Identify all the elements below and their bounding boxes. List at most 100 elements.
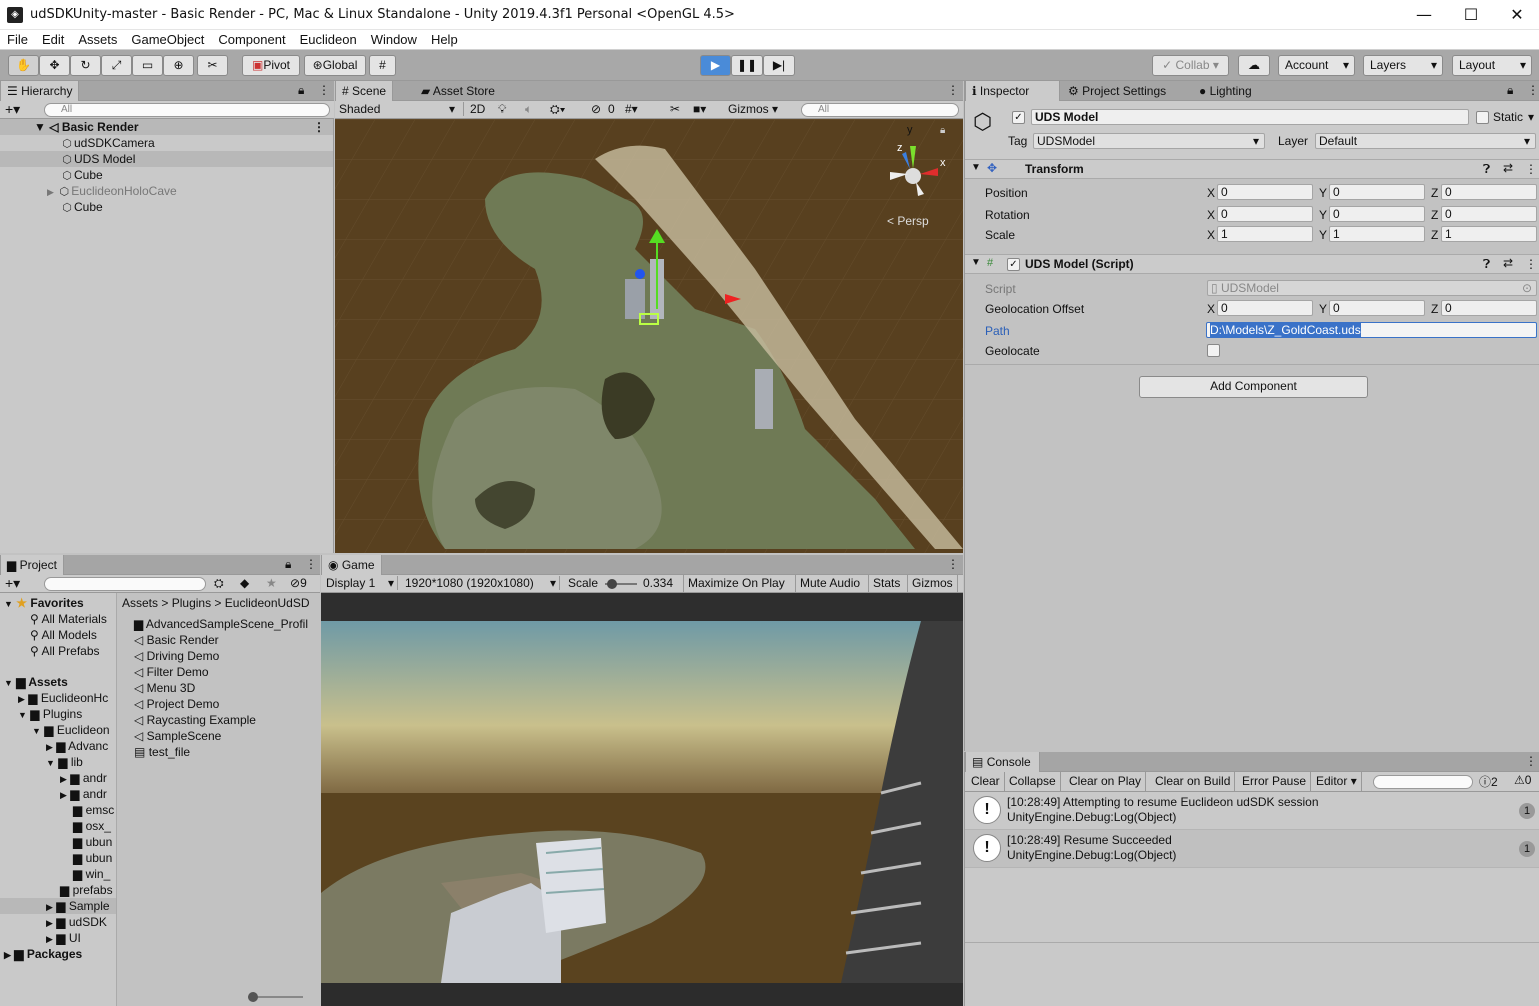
folder-item[interactable]: ▆ ubun [73,850,112,866]
kebab-menu-icon[interactable]: ⋮ [1527,83,1539,97]
script-component-header[interactable]: ▼ # ✓ UDS Model (Script) ❓︎ ⇄ ⋮ [965,254,1539,274]
file-item[interactable]: ◁ Basic Render [134,632,219,648]
kebab-menu-icon[interactable]: ⋮ [313,119,325,135]
scene-gizmo[interactable]: y x z [880,124,950,204]
file-item[interactable]: ◁ Raycasting Example [134,712,256,728]
clear-button[interactable]: Clear [967,772,1005,791]
persp-label[interactable]: < Persp [887,214,929,228]
file-item[interactable]: ◁ Filter Demo [134,664,209,680]
star-icon[interactable]: ★ [266,576,277,590]
folder-item[interactable]: ▶ ▆ andr [60,770,107,786]
target-icon[interactable]: ⊙ [1522,281,1532,295]
hierarchy-item[interactable]: ⬡ Cube [60,167,103,183]
maximize-on-play-toggle[interactable]: Maximize On Play [683,575,789,593]
breadcrumb-item[interactable]: EuclideonUdSD [225,596,310,610]
menu-file[interactable]: File [0,30,35,49]
pause-button[interactable]: ❚❚ [731,55,763,76]
scale-z-field[interactable]: 1 [1441,226,1537,242]
tab-asset-store[interactable]: ▰ Asset Store [415,81,501,101]
hierarchy-search-input[interactable]: All [44,103,330,117]
hierarchy-item-selected[interactable]: ⬡ UDS Model [0,151,333,167]
tab-hierarchy[interactable]: ☰ Hierarchy [0,81,80,101]
favorite-item[interactable]: ⚲ All Prefabs [30,643,100,659]
tab-scene[interactable]: # Scene [335,81,394,101]
clear-on-play-button[interactable]: Clear on Play [1065,772,1147,791]
active-checkbox[interactable]: ✓ [1012,111,1025,124]
kebab-menu-icon[interactable]: ⋮ [1525,162,1537,176]
kebab-menu-icon[interactable]: ⋮ [1525,754,1537,768]
rotation-y-field[interactable]: 0 [1329,206,1425,222]
file-item[interactable]: ◁ Project Demo [134,696,219,712]
tab-game[interactable]: ◉ Game [321,555,382,575]
geolocate-checkbox[interactable] [1207,344,1220,357]
gizmos-dropdown[interactable]: Gizmos ▾ [728,102,778,116]
editor-dropdown[interactable]: Editor ▾ [1312,772,1362,791]
file-item[interactable]: ▤ test_file [134,744,190,760]
zoom-slider-handle[interactable] [248,992,258,1002]
minimize-button[interactable]: — [1401,0,1447,30]
folder-item[interactable]: ▶ ▆ EuclideonHc [18,690,108,706]
transform-header[interactable]: ▼ ✥ Transform ❓︎ ⇄ ⋮ [965,159,1539,179]
project-search-input[interactable] [44,577,206,591]
hand-tool-icon[interactable]: ✋ [8,55,39,76]
tab-console[interactable]: ▤ Console [965,752,1040,772]
resolution-dropdown[interactable]: 1920*1080 (1920x1080) ▾ [405,576,560,590]
pivot-button[interactable]: ▣Pivot [242,55,300,76]
2d-toggle[interactable]: 2D [463,102,491,116]
transform-tool-icon[interactable]: ⊕ [163,55,194,76]
scale-slider-handle[interactable] [607,579,617,589]
game-viewport[interactable] [321,593,963,1006]
add-icon[interactable]: +▾ [5,101,20,118]
help-icon[interactable]: ❓︎ [1483,162,1490,177]
breadcrumb-item[interactable]: Plugins [172,596,211,610]
rotate-tool-icon[interactable]: ↻ [70,55,101,76]
play-button[interactable]: ▶ [700,55,731,76]
breadcrumb-item[interactable]: Assets [122,596,158,610]
effects-icon[interactable]: ⛭▾ [550,102,565,117]
geo-z-field[interactable]: 0 [1441,300,1537,316]
scene-search-input[interactable]: All [801,103,959,117]
folder-item[interactable]: ▶ ▆ udSDK [46,914,107,930]
position-z-field[interactable]: 0 [1441,184,1537,200]
path-field[interactable]: D:\Models\Z_GoldCoast.uds [1206,322,1537,338]
clear-on-build-button[interactable]: Clear on Build [1151,772,1236,791]
folder-item[interactable]: ▆ osx_ [73,818,111,834]
kebab-menu-icon[interactable]: ⋮ [305,557,317,571]
folder-item[interactable]: ▆ emsc [73,802,114,818]
folder-item[interactable]: ▼ ▆ Euclideon [32,722,110,738]
rect-tool-icon[interactable]: ▭ [132,55,163,76]
tab-inspector[interactable]: ℹ Inspector [965,81,1060,101]
maximize-button[interactable]: ☐ [1448,0,1494,30]
grid-snap-icon[interactable]: # [369,55,396,76]
folder-item-selected[interactable]: ▶ ▆ Sample [0,898,116,914]
game-gizmos-toggle[interactable]: Gizmos [907,575,958,593]
kebab-menu-icon[interactable]: ⋮ [1525,257,1537,271]
menu-euclideon[interactable]: Euclideon [293,30,364,49]
error-pause-button[interactable]: Error Pause [1238,772,1312,791]
lock-icon[interactable]: 🔒︎ [940,125,945,136]
tab-lighting[interactable]: ● Lighting [1193,81,1258,101]
menu-component[interactable]: Component [211,30,292,49]
help-icon[interactable]: ❓︎ [1483,257,1490,272]
menu-help[interactable]: Help [424,30,465,49]
favorite-item[interactable]: ⚲ All Models [30,627,97,643]
layer-dropdown[interactable]: Default ▾ [1315,133,1536,149]
audio-icon[interactable]: 🔈︎ [525,102,532,117]
packages-row[interactable]: ▶ ▆ Packages [4,946,82,962]
static-checkbox[interactable] [1476,111,1489,124]
folder-item[interactable]: ▶ ▆ andr [60,786,107,802]
hidden-packages-icon[interactable]: ⊘9 [290,576,307,590]
layout-dropdown[interactable]: Layout ▾ [1452,55,1532,76]
folder-item[interactable]: ▶ ▆ Advanc [46,738,108,754]
geo-x-field[interactable]: 0 [1217,300,1313,316]
global-button[interactable]: ⊛Global [304,55,366,76]
mute-audio-toggle[interactable]: Mute Audio [795,575,864,593]
menu-assets[interactable]: Assets [71,30,124,49]
hierarchy-item-inactive[interactable]: ▶ ⬡ EuclideonHoloCave [47,183,177,199]
kebab-menu-icon[interactable]: ⋮ [318,83,330,97]
preset-icon[interactable]: ⇄ [1503,161,1513,175]
folder-item[interactable]: ▆ win_ [73,866,110,882]
log-entry[interactable]: ! [10:28:49] Attempting to resume Euclid… [965,792,1539,830]
scale-y-field[interactable]: 1 [1329,226,1425,242]
folder-item[interactable]: ▼ ▆ lib [46,754,83,770]
